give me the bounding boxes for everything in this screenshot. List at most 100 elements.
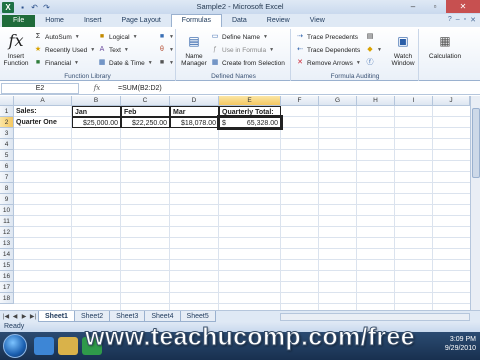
financial-button[interactable]: ■ Financial ▼ (34, 58, 79, 68)
ribbon-restore-icon[interactable]: ▫ (464, 16, 466, 24)
column-header-j[interactable]: J (433, 96, 470, 106)
cell-b1[interactable]: Jan (72, 106, 121, 117)
row-header[interactable]: 9 (0, 194, 14, 205)
column-header-f[interactable]: F (281, 96, 319, 106)
tab-data[interactable]: Data (222, 15, 257, 27)
vertical-scroll-thumb[interactable] (472, 108, 480, 178)
more-functions-button[interactable]: ■ ▼ (158, 58, 174, 68)
cell-c2[interactable]: $22,250.00 (121, 117, 170, 128)
ribbon-close-icon[interactable]: ✕ (470, 16, 476, 24)
column-header-a[interactable]: A (14, 96, 72, 106)
watch-window-button[interactable]: ▣ Watch Window (388, 31, 418, 67)
cell-a2[interactable]: Quarter One (14, 117, 72, 128)
define-name-button[interactable]: ▭ Define Name ▼ (211, 32, 268, 42)
date-time-button[interactable]: ▦ Date & Time ▼ (98, 58, 153, 68)
row-header[interactable]: 18 (0, 293, 14, 304)
watermark-text: www.teachucomp.com/free (85, 323, 415, 352)
recently-used-button[interactable]: ★ Recently Used ▼ (34, 45, 95, 55)
logical-button[interactable]: ■ Logical ▼ (98, 32, 138, 42)
column-header-h[interactable]: H (357, 96, 395, 106)
row-header[interactable]: 17 (0, 282, 14, 293)
tab-home[interactable]: Home (35, 15, 74, 27)
first-sheet-icon[interactable]: |◀ (2, 313, 10, 320)
row-header[interactable]: 8 (0, 183, 14, 194)
close-button[interactable]: ✕ (446, 0, 480, 13)
cell-d1[interactable]: Mar (170, 106, 219, 117)
row-header[interactable]: 7 (0, 172, 14, 183)
ie-icon[interactable] (34, 337, 54, 355)
column-header-g[interactable]: G (319, 96, 357, 106)
column-header-i[interactable]: I (395, 96, 433, 106)
tab-file[interactable]: File (2, 15, 36, 27)
column-header-b[interactable]: B (72, 96, 121, 106)
vertical-scrollbar[interactable] (470, 96, 480, 310)
row-header[interactable]: 5 (0, 150, 14, 161)
name-manager-button[interactable]: ▤ Name Manager (179, 31, 209, 67)
cell-d2[interactable]: $18,078.00 (170, 117, 219, 128)
help-icon[interactable]: ? (448, 16, 452, 24)
use-in-formula-button[interactable]: ƒ Use in Formula ▼ (211, 45, 274, 55)
prev-sheet-icon[interactable]: ◀ (11, 313, 19, 320)
insert-function-button[interactable]: fx Insert Function (2, 31, 30, 67)
cell-e2[interactable]: $ 65,328.00 (217, 115, 283, 130)
sheet-tab-sheet5[interactable]: Sheet5 (179, 311, 216, 322)
math-trig-button[interactable]: θ ▼ (158, 45, 174, 55)
row-header[interactable]: 13 (0, 238, 14, 249)
trace-precedents-icon: ⇢ (297, 33, 303, 40)
text-button[interactable]: A Text ▼ (98, 45, 129, 55)
cell-b2[interactable]: $25,000.00 (72, 117, 121, 128)
row-header[interactable]: 3 (0, 128, 14, 139)
error-checking-button[interactable]: ◆ ▼ (366, 45, 382, 55)
row-header[interactable]: 15 (0, 260, 14, 271)
row-header[interactable]: 4 (0, 139, 14, 150)
tab-view[interactable]: View (300, 15, 335, 27)
sheet-tab-sheet2[interactable]: Sheet2 (73, 311, 111, 322)
formula-input[interactable]: =SUM(B2:D2) (115, 85, 480, 92)
last-sheet-icon[interactable]: ▶| (29, 313, 37, 320)
cell-a1[interactable]: Sales: (14, 106, 72, 117)
calculation-button[interactable]: ▦ Calculation (424, 31, 466, 60)
autosum-button[interactable]: Σ AutoSum ▼ (34, 32, 80, 42)
row-header[interactable]: 16 (0, 271, 14, 282)
trace-precedents-button[interactable]: ⇢ Trace Precedents (296, 32, 358, 42)
clock-date: 9/29/2010 (444, 345, 476, 352)
row-header[interactable]: 10 (0, 205, 14, 216)
row-header[interactable]: 12 (0, 227, 14, 238)
maximize-button[interactable]: ▫ (424, 0, 446, 13)
select-all-corner[interactable] (0, 96, 14, 106)
tab-insert[interactable]: Insert (74, 15, 112, 27)
next-sheet-icon[interactable]: ▶ (20, 313, 28, 320)
row-header[interactable]: 2 (0, 117, 14, 128)
sheet-tab-sheet4[interactable]: Sheet4 (144, 311, 181, 322)
sheet-tab-sheet1[interactable]: Sheet1 (38, 311, 75, 322)
remove-arrows-button[interactable]: ✕ Remove Arrows ▼ (296, 58, 361, 68)
show-formulas-button[interactable]: ▤ (366, 32, 374, 42)
tab-review[interactable]: Review (257, 15, 300, 27)
column-header-e[interactable]: E (219, 96, 281, 106)
row-header[interactable]: 11 (0, 216, 14, 227)
ribbon-minimize-icon[interactable]: – (456, 16, 460, 24)
column-header-d[interactable]: D (170, 96, 219, 106)
system-clock[interactable]: 3:09 PM 9/29/2010 (445, 335, 476, 353)
minimize-button[interactable]: – (402, 0, 424, 13)
formula-auditing-group: ⇢ Trace Precedents ⇠ Trace Dependents ✕ … (292, 29, 419, 81)
evaluate-formula-button[interactable]: ⓕ (366, 58, 374, 68)
sigma-icon: Σ (35, 33, 41, 40)
tab-formulas[interactable]: Formulas (170, 14, 222, 27)
trace-dependents-button[interactable]: ⇠ Trace Dependents (296, 45, 360, 55)
cell-c1[interactable]: Feb (121, 106, 170, 117)
cell-e1[interactable]: Quarterly Total: (219, 106, 281, 117)
sheet-tab-sheet3[interactable]: Sheet3 (109, 311, 146, 322)
spreadsheet-grid[interactable]: A B C D E F G H I J 1 2 3 4 5 6 7 8 9 10… (0, 96, 470, 310)
insert-function-fx-icon[interactable]: fx (79, 84, 115, 92)
name-box[interactable]: E2 (1, 82, 79, 94)
row-header[interactable]: 6 (0, 161, 14, 172)
lookup-button[interactable]: ■ ▼ (158, 32, 174, 42)
horizontal-scrollbar[interactable] (280, 313, 470, 321)
create-from-selection-button[interactable]: ▦ Create from Selection (211, 58, 285, 68)
start-button-icon[interactable] (3, 334, 27, 358)
tab-page-layout[interactable]: Page Layout (111, 15, 170, 27)
column-header-c[interactable]: C (121, 96, 170, 106)
row-header[interactable]: 14 (0, 249, 14, 260)
row-header[interactable]: 1 (0, 106, 14, 117)
